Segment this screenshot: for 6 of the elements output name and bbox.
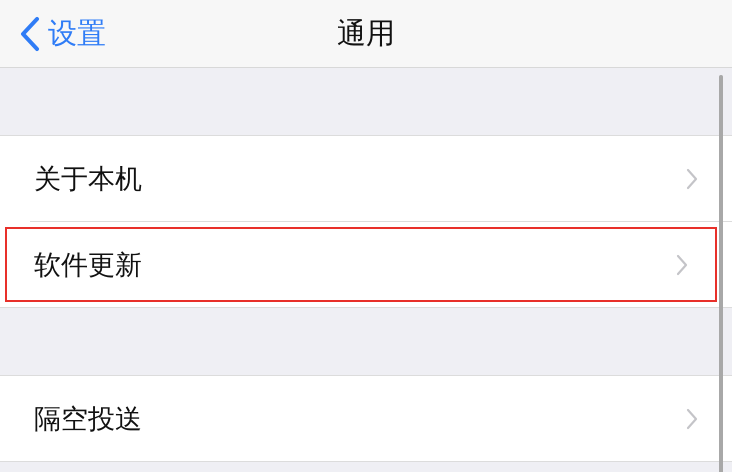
back-chevron-icon: [20, 16, 40, 52]
chevron-icon: [686, 168, 698, 190]
back-button[interactable]: 设置: [0, 0, 106, 67]
screen-title: 通用: [337, 14, 395, 52]
chevron-icon: [686, 408, 698, 430]
chevron-icon: [676, 254, 688, 276]
